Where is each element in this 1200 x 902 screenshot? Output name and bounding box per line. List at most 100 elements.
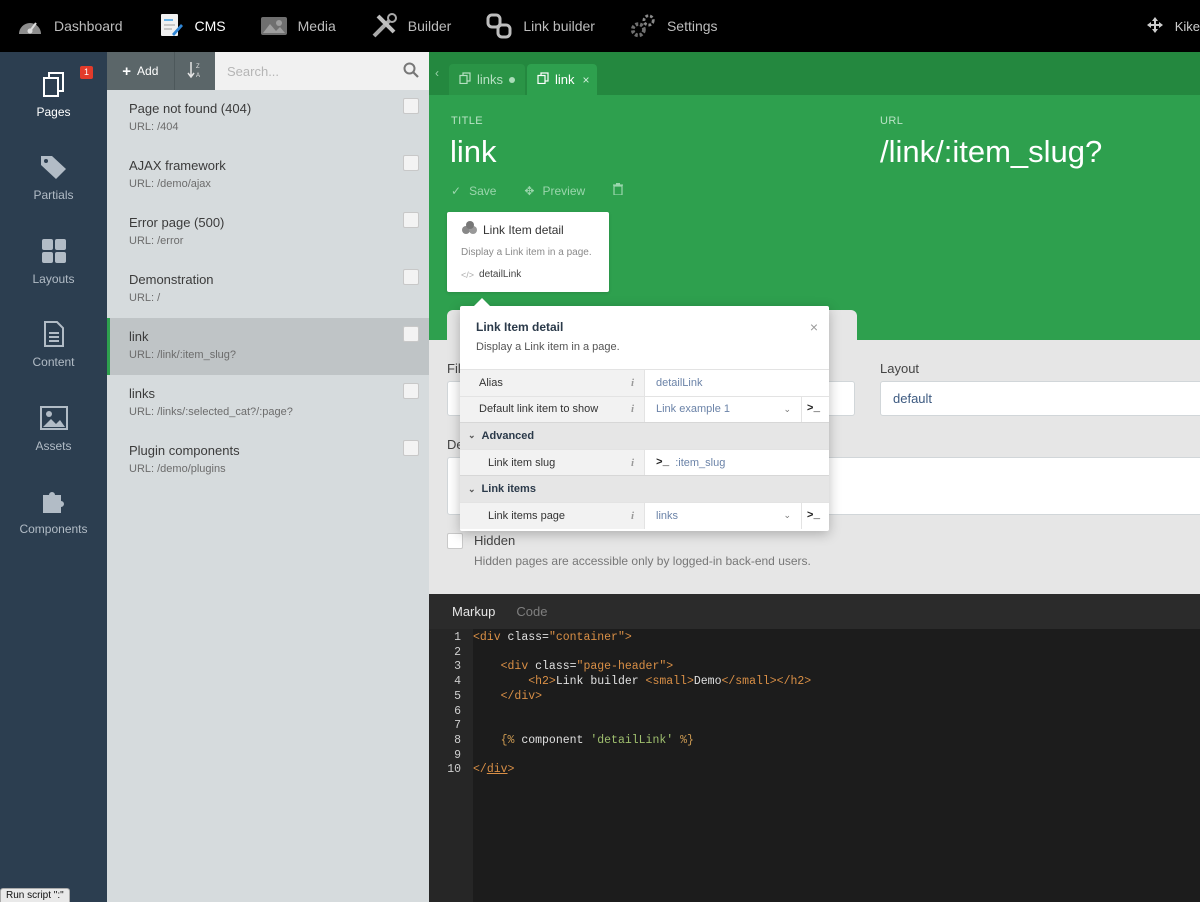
add-page-button[interactable]: + Add	[107, 52, 175, 90]
tab-link[interactable]: link ×	[527, 64, 597, 95]
component-card[interactable]: Link Item detail Display a Link item in …	[447, 212, 609, 292]
sidenav-pages[interactable]: 1 Pages	[0, 52, 107, 136]
hidden-checkbox[interactable]	[447, 533, 463, 549]
pages-badge: 1	[80, 66, 93, 79]
builder-icon	[370, 12, 398, 40]
components-icon	[461, 221, 479, 238]
chevron-down-icon: ⌄	[468, 430, 476, 441]
topnav-media[interactable]: Media	[244, 0, 354, 52]
property-label: Alias i	[460, 370, 645, 396]
terminal-icon[interactable]: >_	[801, 502, 825, 529]
slug-value: :item_slug	[675, 456, 726, 469]
inspector-properties: Alias i detailLink Default link item to …	[460, 369, 829, 529]
svg-text:A: A	[196, 73, 200, 79]
sort-button[interactable]: ZA	[175, 52, 215, 90]
page-title: AJAX framework	[129, 158, 226, 173]
code-line: 6	[429, 705, 1200, 720]
list-item[interactable]: links URL: /links/:selected_cat?/:page?	[107, 375, 429, 432]
code-text: </div>	[500, 689, 543, 703]
code-text: <h2>Link builder <small>Demo</small></h2…	[528, 675, 812, 689]
close-tab-icon[interactable]: ×	[583, 73, 590, 87]
page-checkbox[interactable]	[403, 155, 419, 171]
page-url: URL: /	[129, 292, 161, 304]
page-checkbox[interactable]	[403, 383, 419, 399]
tab-links[interactable]: links	[449, 64, 525, 95]
sidenav-content-label: Content	[32, 355, 75, 370]
code-text: <div class="page-header">	[500, 660, 674, 674]
alias-input[interactable]: detailLink	[645, 370, 829, 396]
delete-button[interactable]	[613, 183, 631, 198]
topnav-dashboard[interactable]: Dashboard	[0, 0, 141, 52]
list-item[interactable]: Page not found (404) URL: /404	[107, 90, 429, 147]
save-button[interactable]: ✓ Save	[451, 184, 496, 198]
topnav-link-builder[interactable]: Link builder	[469, 0, 613, 52]
image-icon	[39, 403, 69, 433]
group-link-items[interactable]: ⌄ Link items	[460, 475, 829, 502]
info-icon[interactable]: i	[631, 377, 634, 389]
layout-select[interactable]: default	[880, 381, 1200, 416]
tab-code[interactable]: Code	[516, 604, 547, 619]
close-icon[interactable]: ×	[810, 319, 818, 335]
page-checkbox[interactable]	[403, 326, 419, 342]
search-icon[interactable]	[403, 62, 419, 81]
info-icon[interactable]: i	[631, 457, 634, 469]
page-title: Demonstration	[129, 272, 214, 287]
list-item[interactable]: Plugin components URL: /demo/plugins	[107, 432, 429, 489]
preview-button[interactable]: ✥ Preview	[524, 184, 585, 198]
list-item-selected[interactable]: link URL: /link/:item_slug?	[107, 318, 429, 375]
tab-markup[interactable]: Markup	[452, 604, 495, 619]
layout-value: default	[893, 391, 933, 406]
slug-input[interactable]: >_ :item_slug	[645, 450, 829, 476]
sidenav-layouts-label: Layouts	[32, 271, 75, 286]
sidenav-content[interactable]: Content	[0, 303, 107, 387]
group-advanced[interactable]: ⌄ Advanced	[460, 422, 829, 449]
pages-icon	[39, 69, 69, 99]
hidden-help-text: Hidden pages are accessible only by logg…	[474, 554, 811, 568]
code-line: 8 {% component 'detailLink' %}	[429, 734, 1200, 749]
sidenav-components[interactable]: Components	[0, 470, 107, 554]
search-box	[215, 52, 429, 90]
inspector-title: Link Item detail	[476, 320, 564, 334]
line-number: 6	[454, 704, 461, 718]
info-icon[interactable]: i	[631, 403, 634, 415]
sidenav-assets-label: Assets	[35, 438, 72, 453]
sidenav-assets[interactable]: Assets	[0, 386, 107, 470]
page-checkbox[interactable]	[403, 269, 419, 285]
list-item[interactable]: Demonstration URL: /	[107, 261, 429, 318]
search-input[interactable]	[227, 63, 403, 79]
page-url: URL: /error	[129, 235, 184, 247]
chevron-down-icon: ⌄	[468, 483, 476, 494]
property-row-items-page: Link items page i links ⌄ >_	[460, 501, 829, 529]
add-page-label: Add	[137, 64, 159, 78]
slug-label: Link item slug	[488, 456, 556, 469]
code-editor[interactable]: Markup Code 1 <div class="container"> 2 …	[429, 594, 1200, 902]
tags-icon	[39, 152, 69, 182]
topnav-cms[interactable]: CMS	[141, 0, 244, 52]
code-line: 7	[429, 719, 1200, 734]
page-checkbox[interactable]	[403, 212, 419, 228]
check-icon: ✓	[451, 183, 462, 198]
user-menu[interactable]: Kike	[1146, 0, 1200, 52]
component-inspector-popup: Link Item detail Display a Link item in …	[460, 298, 829, 531]
code-line: 3 <div class="page-header">	[429, 660, 1200, 675]
terminal-icon[interactable]: >_	[801, 396, 825, 423]
page-checkbox[interactable]	[403, 98, 419, 114]
page-icon	[537, 72, 549, 87]
default-item-dropdown[interactable]: Link example 1 ⌄ >_	[645, 396, 829, 423]
list-item[interactable]: Error page (500) URL: /error	[107, 204, 429, 261]
property-label: Link item slug i	[460, 449, 645, 476]
title-field[interactable]: link	[450, 134, 497, 170]
sidenav-layouts[interactable]: Layouts	[0, 219, 107, 303]
url-field[interactable]: /link/:item_slug?	[880, 134, 1102, 170]
items-page-dropdown[interactable]: links ⌄ >_	[645, 502, 829, 529]
page-checkbox[interactable]	[403, 440, 419, 456]
tab-link-label: link	[555, 72, 575, 87]
list-item[interactable]: AJAX framework URL: /demo/ajax	[107, 147, 429, 204]
url-field-label: URL	[880, 115, 904, 127]
topnav-builder[interactable]: Builder	[354, 0, 470, 52]
topnav-settings[interactable]: Settings	[613, 0, 736, 52]
sidenav-partials[interactable]: Partials	[0, 136, 107, 220]
info-icon[interactable]: i	[631, 510, 634, 522]
default-item-value: Link example 1	[656, 403, 730, 416]
chevron-left-icon[interactable]: ‹	[435, 66, 439, 80]
